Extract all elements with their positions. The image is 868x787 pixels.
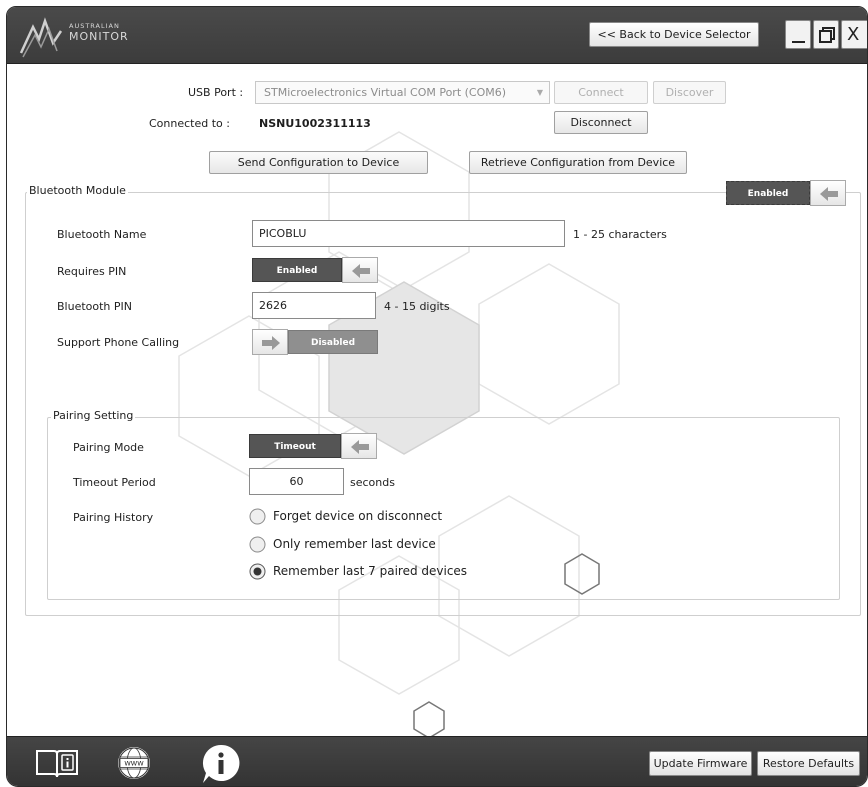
logo-mark-icon	[19, 17, 63, 58]
logo-text-top: AUSTRALIAN	[69, 22, 120, 30]
arrow-left-icon	[352, 264, 370, 278]
toggle-handle[interactable]	[252, 329, 288, 355]
restore-icon	[819, 27, 835, 43]
australian-monitor-logo: AUSTRALIAN MONITOR	[19, 13, 128, 59]
title-bar: AUSTRALIAN MONITOR << Back to Device Sel…	[7, 7, 867, 64]
usb-port-select[interactable]: STMicroelectronics Virtual COM Port (COM…	[255, 81, 550, 104]
info-icon[interactable]	[199, 743, 243, 785]
timeout-period-label: Timeout Period	[73, 476, 156, 489]
manual-book-icon[interactable]	[35, 747, 79, 779]
disconnect-button[interactable]: Disconnect	[554, 111, 648, 134]
bluetooth-pin-input[interactable]: 2626	[252, 292, 376, 319]
usb-port-label: USB Port :	[188, 86, 244, 99]
timeout-unit-label: seconds	[350, 476, 395, 489]
radio-option-label[interactable]: Remember last 7 paired devices	[273, 564, 467, 578]
discover-button[interactable]: Discover	[653, 81, 726, 104]
www-text: WWW	[124, 760, 144, 768]
toggle-handle[interactable]	[342, 257, 378, 283]
requires-pin-toggle[interactable]: Enabled	[252, 257, 378, 283]
toggle-handle[interactable]	[810, 180, 846, 206]
back-to-device-selector-button[interactable]: << Back to Device Selector	[589, 22, 759, 47]
radio-button-icon[interactable]	[249, 508, 266, 525]
toggle-state-label: Timeout	[249, 434, 341, 458]
radio-option-label[interactable]: Only remember last device	[273, 537, 436, 551]
bluetooth-pin-label: Bluetooth PIN	[57, 300, 133, 313]
pairing-history-label: Pairing History	[73, 511, 154, 524]
minimize-icon	[792, 41, 805, 43]
timeout-period-input[interactable]: 60	[249, 468, 344, 495]
bluetooth-module-title: Bluetooth Module	[27, 184, 128, 197]
toggle-handle[interactable]	[341, 433, 377, 459]
bluetooth-module-toggle[interactable]: Enabled	[726, 180, 846, 206]
connected-to-label: Connected to :	[149, 117, 230, 130]
retrieve-configuration-button[interactable]: Retrieve Configuration from Device	[469, 151, 687, 174]
close-icon: X	[847, 24, 860, 45]
main-content: USB Port : STMicroelectronics Virtual CO…	[7, 64, 867, 736]
www-globe-icon[interactable]: WWW	[114, 745, 154, 781]
arrow-left-icon	[820, 187, 838, 201]
arrow-left-icon	[351, 440, 369, 454]
radio-button-selected-icon[interactable]	[249, 563, 266, 580]
bluetooth-name-input[interactable]: PICOBLU	[252, 220, 565, 247]
connect-button[interactable]: Connect	[554, 81, 648, 104]
send-configuration-button[interactable]: Send Configuration to Device	[209, 151, 428, 174]
requires-pin-label: Requires PIN	[57, 265, 127, 278]
pairing-setting-title: Pairing Setting	[51, 409, 136, 422]
close-button[interactable]: X	[841, 20, 867, 49]
footer-bar: WWW Update Firmware Restore Defaults	[7, 736, 867, 786]
toggle-state-label: Enabled	[726, 181, 810, 205]
app-window: AUSTRALIAN MONITOR << Back to Device Sel…	[6, 6, 868, 787]
bluetooth-name-label: Bluetooth Name	[57, 228, 147, 241]
update-firmware-button[interactable]: Update Firmware	[649, 751, 752, 776]
toggle-state-label: Enabled	[252, 258, 342, 282]
restore-button[interactable]	[813, 20, 839, 49]
radio-button-icon[interactable]	[249, 536, 266, 553]
logo-text-bottom: MONITOR	[69, 29, 129, 43]
radio-option-label[interactable]: Forget device on disconnect	[273, 509, 442, 523]
arrow-right-icon	[262, 336, 280, 350]
support-phone-calling-toggle[interactable]: Disabled	[252, 329, 378, 355]
bluetooth-name-hint: 1 - 25 characters	[573, 228, 667, 241]
chevron-down-icon: ▼	[536, 88, 543, 97]
bluetooth-pin-hint: 4 - 15 digits	[384, 300, 450, 313]
restore-defaults-button[interactable]: Restore Defaults	[757, 751, 860, 776]
minimize-button[interactable]	[785, 20, 811, 49]
pairing-mode-toggle[interactable]: Timeout	[249, 433, 377, 459]
connected-device-serial: NSNU1002311113	[259, 117, 371, 130]
toggle-state-label: Disabled	[288, 330, 378, 354]
usb-port-value: STMicroelectronics Virtual COM Port (COM…	[264, 86, 507, 99]
pairing-mode-label: Pairing Mode	[73, 441, 144, 454]
support-phone-calling-label: Support Phone Calling	[57, 336, 180, 349]
